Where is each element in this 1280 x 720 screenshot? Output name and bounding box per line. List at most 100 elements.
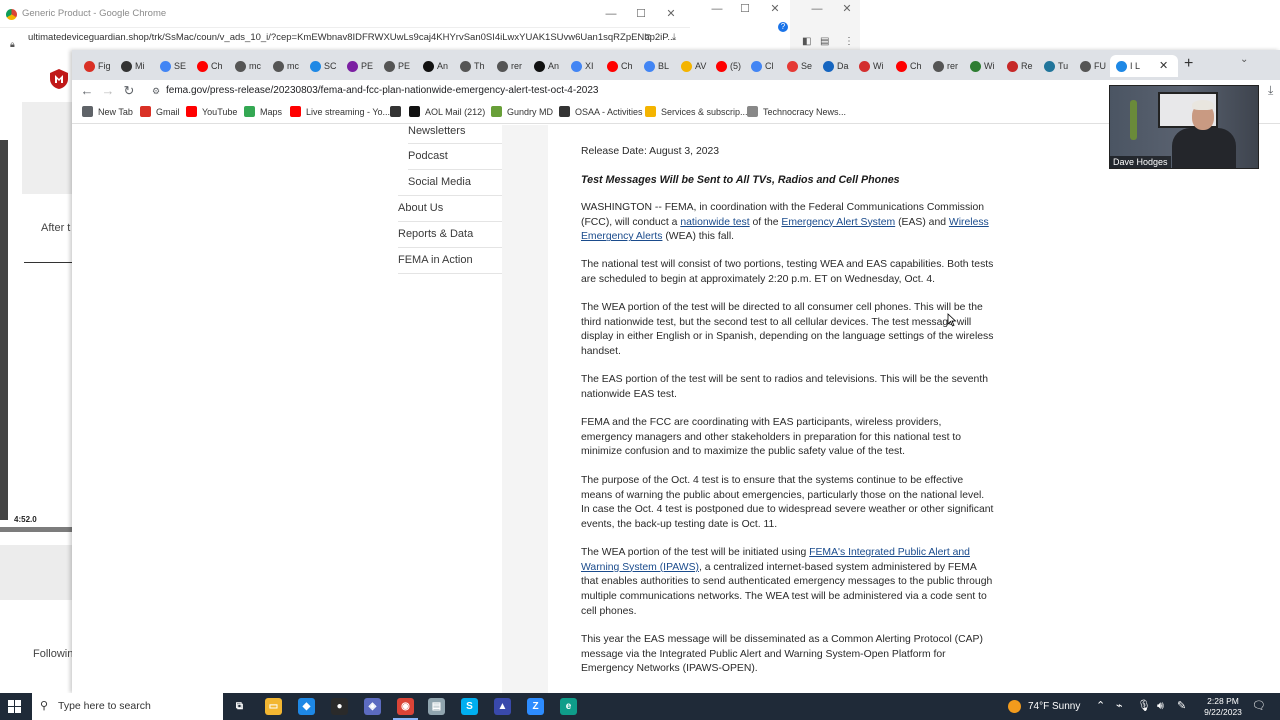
system-clock[interactable]: 2:28 PM 9/22/2023	[1198, 696, 1248, 718]
tune-icon[interactable]: ⚙︎	[152, 82, 160, 100]
browser-tab[interactable]: Cl	[745, 55, 781, 77]
close-tab-icon[interactable]: ✕	[1159, 59, 1168, 72]
app-blue-icon[interactable]: ◆	[298, 698, 315, 715]
pen-icon[interactable]: ✎	[1177, 693, 1186, 720]
bookmark-item[interactable]: Services & subscrip...	[645, 106, 748, 117]
nationwide-test-link[interactable]: nationwide test	[680, 217, 749, 228]
task-view-icon[interactable]: ⧉	[231, 698, 248, 715]
tab-favicon-icon	[121, 60, 132, 72]
browser-tab[interactable]: rer	[491, 55, 527, 77]
maximize-icon[interactable]: ☐	[730, 0, 760, 23]
minimize-icon[interactable]: —	[596, 0, 626, 28]
skype-icon[interactable]: S	[461, 698, 478, 715]
bookmark-item[interactable]: New Tab	[82, 106, 133, 117]
emergency-alert-system-link[interactable]: Emergency Alert System	[781, 217, 895, 228]
address-bar[interactable]: ⚙︎ fema.gov/press-release/20230803/fema-…	[148, 82, 1108, 100]
browser-tab[interactable]: Th	[454, 55, 490, 77]
new-tab-button[interactable]: +	[1184, 55, 1193, 73]
maximize-icon[interactable]: ☐	[626, 0, 656, 28]
nav-item-fema-in-action[interactable]: FEMA in Action	[398, 254, 502, 266]
browser-tab[interactable]: Fig	[78, 55, 114, 77]
forward-button[interactable]: →	[99, 82, 117, 100]
download-icon[interactable]: ⤓	[672, 28, 676, 48]
browser-tab[interactable]: An	[528, 55, 564, 77]
browser-tab[interactable]: Re	[1001, 55, 1037, 77]
close-icon[interactable]: ✕	[760, 0, 790, 23]
browser-tab[interactable]: (5)	[710, 55, 746, 77]
browser-tab[interactable]: PE	[341, 55, 377, 77]
bookmark-item[interactable]: AOL Mail (212)	[409, 106, 485, 117]
article-paragraph: The national test will consist of two po…	[581, 259, 994, 285]
browser-tab[interactable]: SE	[154, 55, 190, 77]
edge-icon[interactable]: e	[560, 698, 577, 715]
extension-icon[interactable]: ▤	[820, 36, 829, 47]
network-icon[interactable]: ⌁	[1116, 693, 1123, 720]
browser-tab[interactable]: Mi	[115, 55, 151, 77]
background-window-titlebar[interactable]: Generic Product - Google Chrome — ☐ ✕	[0, 0, 690, 28]
back-button[interactable]: ←	[78, 82, 96, 100]
bookmark-item[interactable]: Gmail	[140, 106, 180, 117]
tab-search-chevron-icon[interactable]: ⌄	[1240, 54, 1248, 65]
browser-tab[interactable]: Ch	[601, 55, 637, 77]
bookmark-item[interactable]: Maps	[244, 106, 282, 117]
file-explorer-icon[interactable]: ▭	[265, 698, 282, 715]
menu-dots-icon[interactable]: ⋮	[844, 36, 854, 47]
bookmark-item[interactable]: Technocracy News...	[747, 106, 846, 117]
bookmark-item[interactable]: Live streaming - Yo...	[290, 106, 390, 117]
nav-item-podcast[interactable]: Podcast	[408, 150, 502, 162]
zoom-icon[interactable]: Z	[527, 698, 544, 715]
browser-tab[interactable]: Wi	[853, 55, 889, 77]
app-vlc-icon[interactable]: ▲	[494, 698, 511, 715]
bookmark-item[interactable]: YouTube	[186, 106, 237, 117]
browser-tab[interactable]: mc	[229, 55, 265, 77]
close-icon[interactable]: ✕	[832, 0, 862, 23]
close-icon[interactable]: ✕	[656, 0, 686, 28]
app-notes-icon[interactable]: ▤	[428, 698, 445, 715]
chrome-icon	[6, 9, 17, 20]
browser-tab[interactable]: AV	[675, 55, 711, 77]
microphone-icon[interactable]: 🎙︎	[1137, 693, 1151, 720]
bookmark-item[interactable]: OSAA - Activities	[559, 106, 643, 117]
weather-sun-icon[interactable]	[1008, 700, 1021, 713]
background-address-bar[interactable]: 🔒︎ ultimatedeviceguardian.shop/trk/SsMac…	[0, 28, 690, 50]
browser-tab[interactable]: Ch	[890, 55, 926, 77]
browser-tab[interactable]: Da	[817, 55, 853, 77]
content-gutter	[502, 125, 548, 693]
browser-tab[interactable]: FU	[1074, 55, 1110, 77]
weather-text[interactable]: 74°F Sunny	[1028, 693, 1080, 720]
nav-item-about-us[interactable]: About Us	[398, 202, 502, 214]
bookmark-item[interactable]: Gundry MD	[491, 106, 553, 117]
browser-tab[interactable]: XI	[565, 55, 601, 77]
app-purple-icon[interactable]: ◈	[364, 698, 381, 715]
browser-tab[interactable]: mc	[267, 55, 303, 77]
browser-tab[interactable]: PE	[378, 55, 414, 77]
taskbar-search-box[interactable]: ⚲ Type here to search	[32, 693, 223, 720]
volume-icon[interactable]: 🔊︎	[1157, 693, 1164, 720]
browser-tab[interactable]: Tu	[1038, 55, 1074, 77]
minimize-icon[interactable]: —	[802, 0, 832, 23]
tab-label: Fig	[98, 61, 111, 71]
nav-item-reports-data[interactable]: Reports & Data	[398, 228, 502, 240]
browser-tab[interactable]: Ch	[191, 55, 227, 77]
browser-tab[interactable]: An	[417, 55, 453, 77]
help-icon[interactable]: ?	[778, 22, 788, 32]
download-icon[interactable]: ⤓	[1268, 83, 1273, 98]
minimize-icon[interactable]: —	[702, 0, 732, 23]
browser-tab[interactable]: BL	[638, 55, 674, 77]
browser-tab[interactable]: Se	[781, 55, 817, 77]
browser-tab[interactable]: SC	[304, 55, 340, 77]
nav-item-social-media[interactable]: Social Media	[408, 176, 502, 188]
tab-favicon-icon	[423, 60, 434, 72]
reload-button[interactable]: ↻	[120, 82, 138, 100]
show-hidden-icons-icon[interactable]: ⌃	[1096, 693, 1105, 720]
notification-icon[interactable]: 🗨︎	[1252, 699, 1266, 712]
app-camera-icon[interactable]: ●	[331, 698, 348, 715]
sidebar-icon[interactable]: ◧	[802, 36, 811, 47]
nav-item-newsletters[interactable]: Newsletters	[408, 125, 502, 137]
browser-tab[interactable]: Wi	[964, 55, 1000, 77]
chrome-icon[interactable]: ◉	[393, 698, 418, 720]
incognito-eye-icon[interactable]: ⊘	[644, 28, 652, 48]
bookmark-item[interactable]	[390, 106, 406, 117]
start-button[interactable]	[8, 700, 21, 713]
browser-tab[interactable]: rer	[927, 55, 963, 77]
